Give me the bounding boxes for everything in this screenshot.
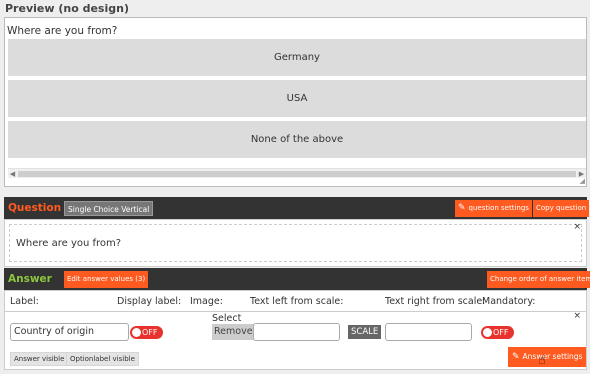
choice-none-of-the-above[interactable]: None of the above [8, 121, 586, 159]
preview-panel: Where are you from? Germany USA None of … [4, 17, 587, 187]
scrollbar-thumb[interactable] [18, 171, 576, 177]
change-order-button[interactable]: Change order of answer items [487, 271, 590, 288]
resize-grip-icon[interactable]: ◢ [580, 177, 585, 185]
answer-body: Label: Display label: Image: Text left f… [4, 290, 587, 370]
answer-settings-label: Answer settings [522, 352, 583, 361]
display-label-toggle[interactable]: OFF [130, 326, 163, 339]
question-section-title: Question [8, 202, 62, 214]
pencil-icon: ✎ [512, 352, 520, 362]
text-right-header: Text right from scale: [385, 296, 486, 307]
question-settings-button[interactable]: ✎ question settings [455, 200, 532, 217]
choice-germany[interactable]: Germany [8, 39, 586, 77]
preview-title: Preview (no design) [5, 2, 129, 15]
question-text-editor[interactable]: Where are you from? [9, 224, 582, 262]
optionlabel-visible-tag[interactable]: Optionlabel visible [66, 352, 139, 366]
question-header-bar: Question Single Choice Vertical ✎ questio… [4, 197, 590, 219]
horizontal-scrollbar[interactable]: ◀ ▶ [8, 168, 586, 178]
preview-question: Where are you from? [7, 25, 118, 37]
label-header: Label: [10, 296, 39, 307]
display-label-header: Display label: [117, 296, 182, 307]
answer-close-icon[interactable]: × [573, 311, 581, 321]
hand-cursor-icon: ☝ [538, 353, 546, 368]
pencil-icon: ✎ [458, 203, 466, 213]
image-remove-button[interactable]: Remove [212, 324, 255, 340]
answer-settings-button[interactable]: ✎ Answer settings [508, 347, 587, 367]
image-select-link[interactable]: Select [212, 313, 241, 324]
text-left-header: Text left from scale: [250, 296, 344, 307]
answer-section-title: Answer [8, 273, 52, 285]
header-divider [5, 311, 586, 312]
edit-answer-values-button[interactable]: Edit answer values (3) [64, 271, 149, 288]
answer-header-bar: Answer Edit answer values (3) Change ord… [4, 268, 590, 290]
scale-button[interactable]: SCALE [348, 325, 382, 339]
question-body: Where are you from? × [4, 219, 587, 267]
answer-visible-tag[interactable]: Answer visible [10, 352, 69, 366]
scroll-left-icon[interactable]: ◀ [8, 169, 17, 179]
question-settings-label: question settings [468, 204, 529, 212]
mandatory-toggle[interactable]: OFF [481, 326, 514, 339]
question-close-icon[interactable]: × [573, 222, 581, 232]
image-header: Image: [190, 296, 223, 307]
copy-question-button[interactable]: Copy question [533, 200, 590, 217]
text-left-input[interactable] [253, 323, 340, 341]
question-type-tag[interactable]: Single Choice Vertical [64, 201, 154, 216]
answer-label-input[interactable]: Country of origin [10, 323, 129, 341]
mandatory-header: Mandatory: [482, 296, 536, 307]
text-right-input[interactable] [385, 323, 472, 341]
choice-usa[interactable]: USA [8, 80, 586, 118]
